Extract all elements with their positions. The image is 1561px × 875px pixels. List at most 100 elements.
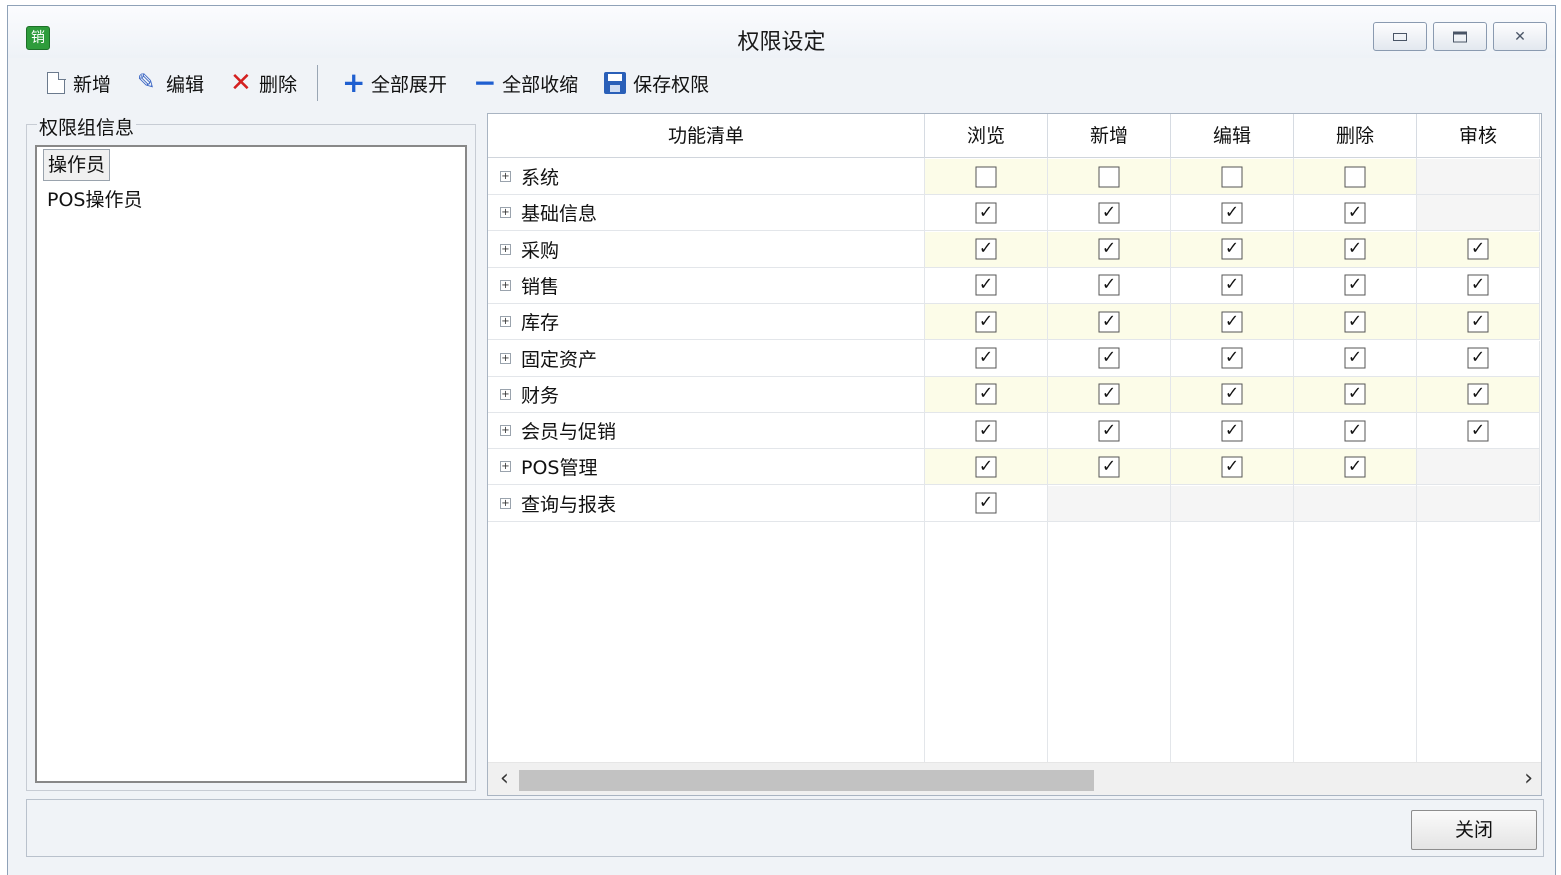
delete-button[interactable]: ✕ 删除 <box>224 63 303 103</box>
checked-checkbox[interactable]: ✓ <box>1467 274 1489 296</box>
checked-checkbox[interactable]: ✓ <box>1344 202 1366 224</box>
checked-checkbox[interactable]: ✓ <box>1221 311 1243 333</box>
permission-cell[interactable]: ✓ <box>1048 413 1171 450</box>
checked-checkbox[interactable]: ✓ <box>1344 456 1366 478</box>
permission-cell[interactable]: ✓ <box>1294 449 1417 486</box>
permission-cell[interactable]: ✓ <box>925 231 1048 268</box>
permission-cell[interactable]: ✓ <box>925 449 1048 486</box>
checked-checkbox[interactable]: ✓ <box>1467 238 1489 260</box>
permission-cell[interactable]: ✓ <box>925 267 1048 304</box>
checked-checkbox[interactable]: ✓ <box>1221 420 1243 442</box>
unchecked-checkbox[interactable] <box>975 166 997 187</box>
checked-checkbox[interactable]: ✓ <box>1098 347 1120 369</box>
permission-cell[interactable]: ✓ <box>1294 195 1417 232</box>
grid-row[interactable]: + 财务 ✓ ✓ ✓ ✓ ✓ <box>488 376 1541 413</box>
expand-icon[interactable]: + <box>500 461 511 473</box>
permission-cell[interactable] <box>1048 159 1171 195</box>
permission-cell[interactable]: ✓ <box>1417 231 1540 268</box>
checked-checkbox[interactable]: ✓ <box>1098 383 1120 405</box>
horizontal-scrollbar[interactable]: ‹ › <box>488 762 1541 795</box>
grid-row[interactable]: + 采购 ✓ ✓ ✓ ✓ ✓ <box>488 231 1541 268</box>
group-item-operator[interactable]: 操作员 <box>43 149 111 181</box>
unchecked-checkbox[interactable] <box>1098 166 1120 187</box>
permission-cell[interactable]: ✓ <box>1048 304 1171 341</box>
checked-checkbox[interactable]: ✓ <box>975 492 997 514</box>
column-header[interactable]: 删除 <box>1294 114 1417 158</box>
collapse-all-button[interactable]: − 全部收缩 <box>467 63 584 103</box>
scroll-left-icon[interactable]: ‹ <box>500 766 509 791</box>
permission-cell[interactable]: ✓ <box>1294 304 1417 341</box>
permission-cell[interactable]: ✓ <box>1171 267 1294 304</box>
expand-icon[interactable]: + <box>500 207 511 219</box>
expand-icon[interactable]: + <box>500 171 511 182</box>
checked-checkbox[interactable]: ✓ <box>975 383 997 405</box>
permission-cell[interactable]: ✓ <box>925 413 1048 450</box>
permission-cell[interactable]: ✓ <box>1417 304 1540 341</box>
checked-checkbox[interactable]: ✓ <box>975 311 997 333</box>
checked-checkbox[interactable]: ✓ <box>975 202 997 224</box>
column-header[interactable]: 新增 <box>1048 114 1171 158</box>
permission-cell[interactable]: ✓ <box>925 485 1048 522</box>
permission-cell[interactable]: ✓ <box>1294 231 1417 268</box>
permission-cell[interactable]: ✓ <box>1294 413 1417 450</box>
permission-cell[interactable]: ✓ <box>1417 340 1540 377</box>
permission-cell[interactable]: ✓ <box>1171 304 1294 341</box>
permission-cell[interactable]: ✓ <box>1048 376 1171 413</box>
minimize-button[interactable] <box>1373 22 1427 51</box>
expand-icon[interactable]: + <box>500 279 511 291</box>
grid-row[interactable]: + 查询与报表 ✓ <box>488 485 1541 522</box>
checked-checkbox[interactable]: ✓ <box>1467 311 1489 333</box>
close-window-button[interactable]: ✕ <box>1493 22 1547 51</box>
new-button[interactable]: 新增 <box>38 63 117 103</box>
grid-row[interactable]: + POS管理 ✓ ✓ ✓ ✓ <box>488 449 1541 486</box>
checked-checkbox[interactable]: ✓ <box>1098 202 1120 224</box>
permission-cell[interactable]: ✓ <box>1171 449 1294 486</box>
checked-checkbox[interactable]: ✓ <box>1344 274 1366 296</box>
column-header[interactable]: 编辑 <box>1171 114 1294 158</box>
maximize-button[interactable] <box>1433 22 1487 51</box>
permission-cell[interactable]: ✓ <box>925 376 1048 413</box>
permission-cell[interactable]: ✓ <box>1048 449 1171 486</box>
permission-cell[interactable]: ✓ <box>1294 340 1417 377</box>
checked-checkbox[interactable]: ✓ <box>1344 311 1366 333</box>
permission-cell[interactable]: ✓ <box>1171 340 1294 377</box>
save-permissions-button[interactable]: 保存权限 <box>598 63 715 103</box>
permission-cell[interactable]: ✓ <box>925 195 1048 232</box>
column-header[interactable]: 功能清单 <box>488 114 925 158</box>
checked-checkbox[interactable]: ✓ <box>1344 383 1366 405</box>
permission-cell[interactable]: ✓ <box>1417 413 1540 450</box>
checked-checkbox[interactable]: ✓ <box>975 238 997 260</box>
checked-checkbox[interactable]: ✓ <box>1098 311 1120 333</box>
checked-checkbox[interactable]: ✓ <box>975 456 997 478</box>
checked-checkbox[interactable]: ✓ <box>975 420 997 442</box>
permission-cell[interactable]: ✓ <box>925 340 1048 377</box>
unchecked-checkbox[interactable] <box>1221 166 1243 187</box>
checked-checkbox[interactable]: ✓ <box>1098 456 1120 478</box>
checked-checkbox[interactable]: ✓ <box>1221 347 1243 369</box>
permission-cell[interactable]: ✓ <box>1171 413 1294 450</box>
expand-icon[interactable]: + <box>500 497 511 509</box>
expand-icon[interactable]: + <box>500 316 511 328</box>
checked-checkbox[interactable]: ✓ <box>1221 238 1243 260</box>
scroll-thumb[interactable] <box>519 770 1094 791</box>
permission-cell[interactable]: ✓ <box>1048 340 1171 377</box>
column-header[interactable]: 审核 <box>1417 114 1540 158</box>
permission-cell[interactable]: ✓ <box>925 304 1048 341</box>
column-header[interactable]: 浏览 <box>925 114 1048 158</box>
permission-cell[interactable]: ✓ <box>1048 195 1171 232</box>
permission-cell[interactable]: ✓ <box>1294 267 1417 304</box>
checked-checkbox[interactable]: ✓ <box>1344 347 1366 369</box>
checked-checkbox[interactable]: ✓ <box>1098 420 1120 442</box>
checked-checkbox[interactable]: ✓ <box>1467 347 1489 369</box>
checked-checkbox[interactable]: ✓ <box>1221 202 1243 224</box>
permission-group-list[interactable]: 操作员 POS操作员 <box>35 145 467 783</box>
edit-button[interactable]: ✎ 编辑 <box>131 63 210 103</box>
permission-cell[interactable]: ✓ <box>1417 267 1540 304</box>
expand-icon[interactable]: + <box>500 243 511 255</box>
checked-checkbox[interactable]: ✓ <box>1221 456 1243 478</box>
checked-checkbox[interactable]: ✓ <box>1344 238 1366 260</box>
grid-row[interactable]: + 库存 ✓ ✓ ✓ ✓ ✓ <box>488 304 1541 341</box>
checked-checkbox[interactable]: ✓ <box>1221 274 1243 296</box>
permission-cell[interactable]: ✓ <box>1171 195 1294 232</box>
grid-row[interactable]: + 销售 ✓ ✓ ✓ ✓ ✓ <box>488 267 1541 304</box>
